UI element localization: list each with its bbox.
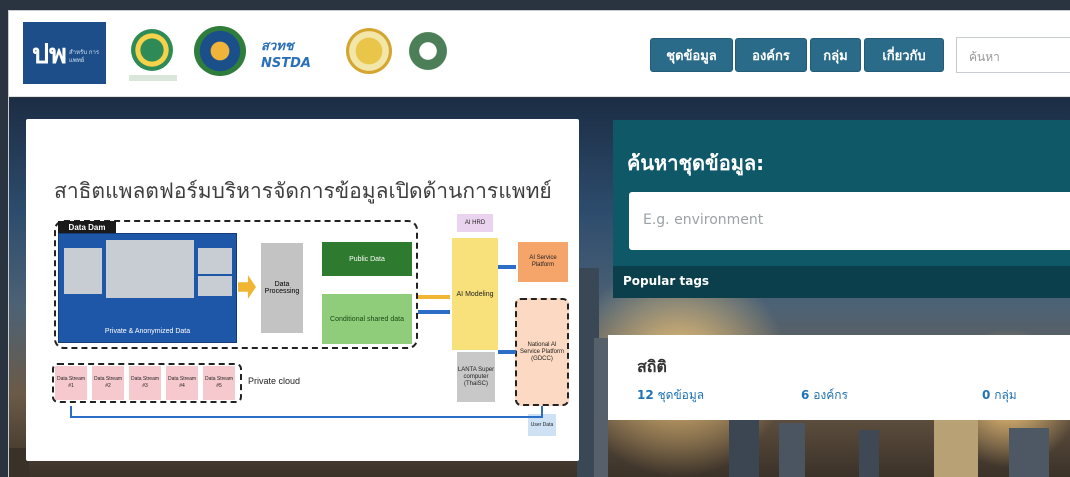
data-dam-label: Data Dam <box>58 221 116 233</box>
data-processing-box: Data Processing <box>261 243 303 333</box>
data-stream-box: Data Stream #2 <box>92 366 124 400</box>
partner-logo-1 <box>131 29 173 71</box>
stat-groups-label: กลุ่ม <box>994 388 1017 402</box>
data-source-card <box>64 248 102 294</box>
popular-tags-label[interactable]: Popular tags <box>613 266 1070 298</box>
logo-mark: ปพ <box>32 39 67 70</box>
hero-tower <box>934 418 978 477</box>
public-data-box: Public Data <box>322 242 412 276</box>
stat-groups-count: 0 <box>982 388 991 402</box>
header-search-input[interactable]: ค้นหา <box>956 37 1070 73</box>
stat-organizations-link[interactable]: 6 องค์กร <box>801 386 848 405</box>
hero-tower <box>859 430 879 477</box>
platform-title: สาธิตแพลตฟอร์มบริหารจัดการข้อมูลเปิดด้าน… <box>54 179 552 203</box>
nav-about-button[interactable]: เกี่ยวกับ <box>864 38 944 72</box>
partner-logo-3: สวทช NSTDA <box>261 37 344 71</box>
data-source-card <box>198 248 232 274</box>
partner-logo-2 <box>194 26 246 76</box>
top-navbar: ปพ สำหรับ การแพทย์ สวทช NSTDA ชุดข้อมูล … <box>9 11 1070 97</box>
data-source-card <box>198 276 232 296</box>
flow-arrow <box>418 295 450 299</box>
nav-datasets-button[interactable]: ชุดข้อมูล <box>650 38 733 72</box>
data-stream-box: Data Stream #5 <box>203 366 235 400</box>
platform-info-panel: สาธิตแพลตฟอร์มบริหารจัดการข้อมูลเปิดด้าน… <box>26 119 579 461</box>
data-stream-box: Data Stream #1 <box>55 366 87 400</box>
hero-tower <box>594 338 608 477</box>
partner-logo-3-text: สวทช NSTDA <box>261 39 311 71</box>
page-frame: ปพ สำหรับ การแพทย์ สวทช NSTDA ชุดข้อมูล … <box>8 10 1070 477</box>
national-ai-service-box: National AI Service Platform (GDCC) <box>515 298 569 406</box>
hero-tower <box>779 423 805 477</box>
architecture-diagram: Data Dam Private & Anonymized Data Data … <box>52 214 571 436</box>
stat-datasets-link[interactable]: 12 ชุดข้อมูล <box>637 386 704 405</box>
hero-tower <box>1009 428 1049 477</box>
nav-groups-button[interactable]: กลุ่ม <box>810 38 861 72</box>
flow-arrow <box>498 265 516 269</box>
nav-organizations-button[interactable]: องค์กร <box>735 38 807 72</box>
conditional-shared-data-box: Conditional shared data <box>322 294 412 344</box>
stat-datasets-label: ชุดข้อมูล <box>657 388 705 402</box>
statistics-panel: สถิติ 12 ชุดข้อมูล 6 องค์กร 0 กลุ่ม <box>608 335 1070 420</box>
search-heading: ค้นหาชุดข้อมูล: <box>627 151 765 175</box>
stat-datasets-count: 12 <box>637 388 654 402</box>
feedback-arrow <box>70 406 543 418</box>
data-stream-box: Data Stream #3 <box>129 366 161 400</box>
stat-groups-link[interactable]: 0 กลุ่ม <box>982 386 1017 405</box>
dataset-search-panel: ค้นหาชุดข้อมูล: E.g. environment Popular… <box>613 120 1070 298</box>
flow-arrow <box>498 350 516 354</box>
data-source-card <box>106 240 194 298</box>
flow-arrow <box>418 310 450 314</box>
stat-organizations-label: องค์กร <box>813 388 848 402</box>
site-logo[interactable]: ปพ สำหรับ การแพทย์ <box>23 22 106 84</box>
partner-logo-5 <box>409 23 447 79</box>
ai-hrd-box: AI HRD <box>457 214 493 232</box>
partner-logo-4 <box>346 28 392 74</box>
private-cloud-label: Private cloud <box>248 375 301 386</box>
lanta-supercomputer-box: LANTA Super computer (ThaiSC) <box>457 352 495 402</box>
logo-tagline: สำหรับ การแพทย์ <box>69 49 100 64</box>
ai-service-platform-box: AI Service Platform <box>518 242 568 282</box>
data-stream-box: Data Stream #4 <box>166 366 198 400</box>
partner-logo-1-caption <box>129 75 177 81</box>
statistics-title: สถิติ <box>637 357 667 376</box>
stat-organizations-count: 6 <box>801 388 810 402</box>
ai-modeling-box: AI Modeling <box>452 238 498 350</box>
dataset-search-input[interactable]: E.g. environment <box>629 192 1070 250</box>
